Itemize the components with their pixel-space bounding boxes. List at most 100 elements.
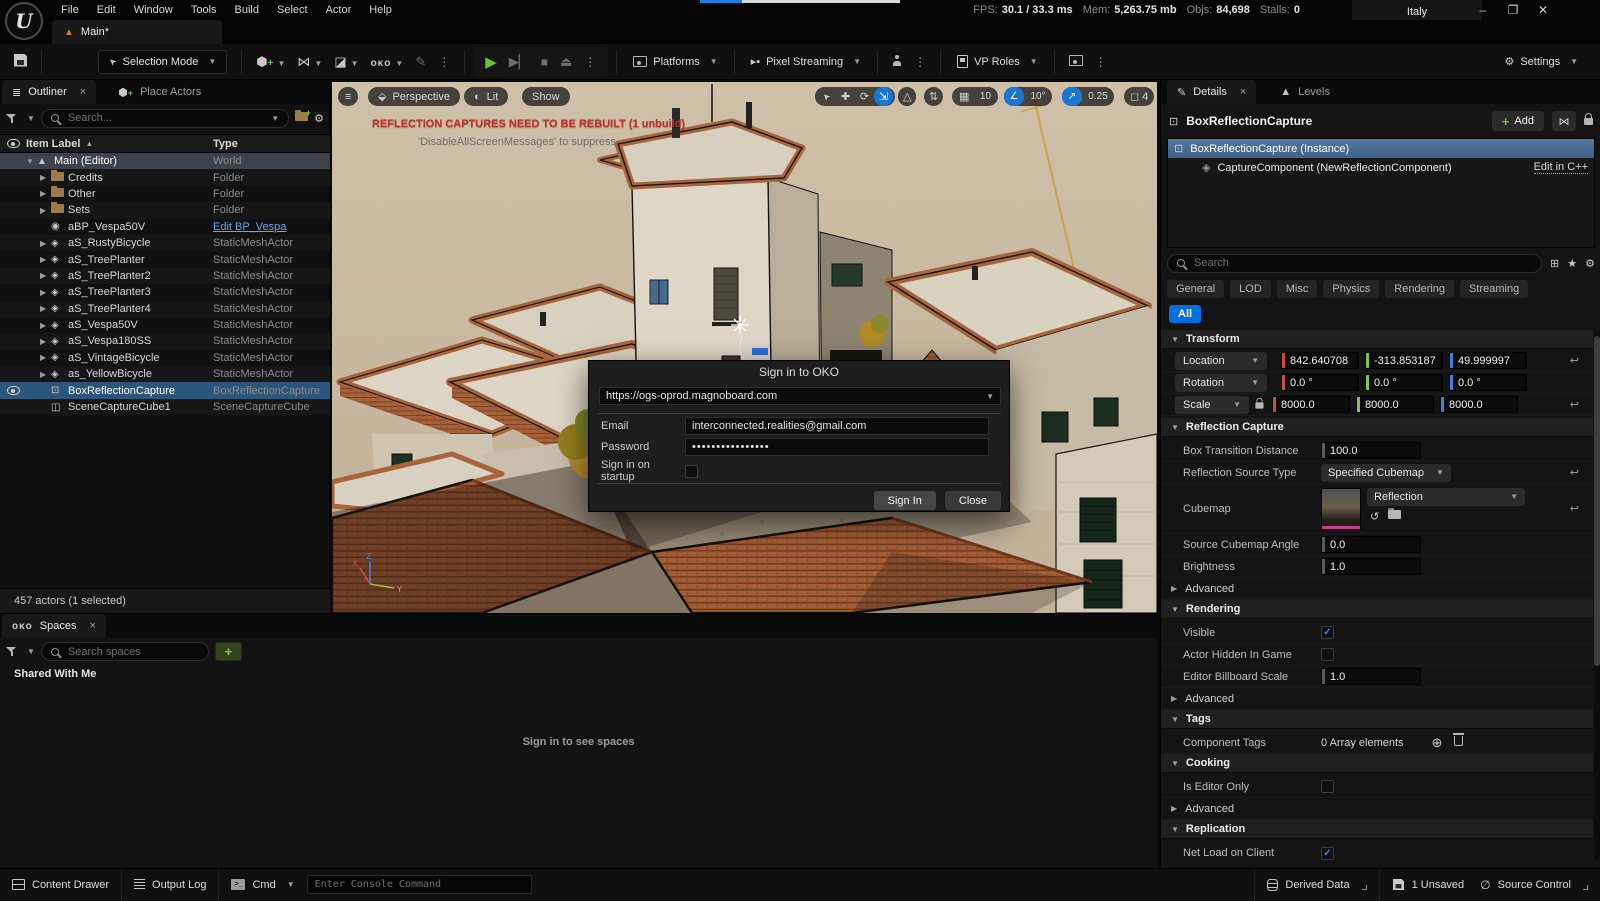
- browse-asset-icon[interactable]: [1388, 510, 1401, 522]
- rotation-z-field[interactable]: 0.0 °: [1449, 374, 1527, 391]
- rotation-snap-value[interactable]: 10°: [1024, 87, 1052, 106]
- view-mode-dropdown[interactable]: ◐ Lit: [464, 87, 508, 106]
- camera-speed-value[interactable]: 4: [1142, 91, 1148, 103]
- source-angle-field[interactable]: 0.0: [1321, 536, 1421, 553]
- expand-arrow-icon[interactable]: ▶: [40, 370, 51, 379]
- editor-only-checkbox[interactable]: [1321, 780, 1334, 793]
- filter-chip-physics[interactable]: Physics: [1323, 280, 1379, 298]
- filter-chip-all[interactable]: All: [1169, 305, 1201, 323]
- minimize-button[interactable]: –: [1468, 0, 1498, 20]
- server-url-dropdown[interactable]: https://ogs-oprod.magnoboard.com ▼: [599, 387, 1001, 405]
- outliner-row-abp-vespa50v[interactable]: ◉aBP_Vespa50VEdit BP_Vespa: [0, 219, 330, 235]
- scale-x-field[interactable]: 8000.0: [1272, 396, 1350, 413]
- section-replication[interactable]: ▼ Replication: [1161, 820, 1593, 839]
- frame-skip-button[interactable]: ▶▏: [503, 54, 535, 70]
- tab-outliner[interactable]: ≣ Outliner ×: [2, 80, 96, 104]
- virtual-camera-button[interactable]: [1063, 54, 1089, 69]
- filter-chip-general[interactable]: General: [1167, 280, 1224, 298]
- net-load-checkbox[interactable]: ✓: [1321, 847, 1334, 860]
- filter-chip-lod[interactable]: LOD: [1230, 280, 1271, 298]
- viewport[interactable]: Z X Y ≡ ⬙ Perspective ◐ Lit Show ➤ ✚ ⟳ ⇲…: [332, 82, 1157, 613]
- menu-file[interactable]: File: [52, 0, 88, 20]
- details-search-input[interactable]: [1167, 254, 1542, 273]
- stop-button[interactable]: ■: [535, 55, 554, 69]
- menu-tools[interactable]: Tools: [182, 0, 226, 20]
- add-space-button[interactable]: +: [215, 642, 242, 661]
- content-drawer-button[interactable]: Content Drawer: [0, 869, 121, 901]
- menu-help[interactable]: Help: [360, 0, 401, 20]
- hidden-in-game-checkbox[interactable]: [1321, 648, 1334, 661]
- edit-blueprint-link[interactable]: Edit BP_Vespa: [213, 221, 286, 233]
- outliner-row-main-editor-[interactable]: ▼▲Main (Editor)World: [0, 153, 330, 169]
- outliner-row-as-vespa180ss[interactable]: ▶◈aS_Vespa180SSStaticMeshActor: [0, 333, 330, 349]
- rotation-y-field[interactable]: 0.0 °: [1365, 374, 1443, 391]
- expand-arrow-icon[interactable]: ▶: [40, 173, 51, 182]
- advanced-expander[interactable]: ▶ Advanced: [1161, 798, 1593, 820]
- sort-arrow-icon[interactable]: ▲: [85, 139, 93, 148]
- maximize-button[interactable]: ❐: [1498, 0, 1528, 20]
- oko-dropdown[interactable]: oκo▼: [365, 54, 410, 69]
- spaces-search-input[interactable]: [41, 642, 209, 661]
- edit-in-cpp-link[interactable]: Edit in C++: [1534, 161, 1588, 174]
- scale-z-field[interactable]: 8000.0: [1440, 396, 1518, 413]
- outliner-row-as-vintagebicycle[interactable]: ▶◈aS_VintageBicycleStaticMeshActor: [0, 350, 330, 366]
- expand-arrow-icon[interactable]: ▶: [40, 337, 51, 346]
- show-flags-dropdown[interactable]: Show: [522, 87, 570, 106]
- visibility-column-eye-icon[interactable]: [7, 139, 20, 148]
- close-dialog-button[interactable]: Close: [945, 491, 1001, 510]
- reset-icon[interactable]: ↩: [1570, 502, 1579, 515]
- outliner-row-as-vespa50v[interactable]: ▶◈aS_Vespa50VStaticMeshActor: [0, 317, 330, 333]
- column-type[interactable]: Type: [213, 138, 238, 150]
- console-command-input[interactable]: [307, 875, 532, 894]
- close-tab-icon[interactable]: ×: [90, 620, 96, 632]
- location-y-field[interactable]: -313.853187: [1365, 352, 1443, 369]
- rotation-dropdown[interactable]: Rotation▼: [1175, 374, 1267, 392]
- outliner-row-other[interactable]: ▶OtherFolder: [0, 186, 330, 202]
- multi-user-options-menu[interactable]: ⋮: [908, 55, 932, 69]
- expand-arrow-icon[interactable]: ▶: [40, 271, 51, 280]
- rotate-tool-icon[interactable]: ⟳: [855, 87, 874, 106]
- scale-snap-control[interactable]: ↗ 0.25: [1062, 87, 1114, 106]
- outliner-row-boxreflectioncapture[interactable]: ⊡BoxReflectionCaptureBoxReflectionCaptur…: [0, 382, 330, 398]
- section-cooking[interactable]: ▼ Cooking: [1161, 754, 1593, 773]
- sign-in-button[interactable]: Sign In: [874, 491, 936, 510]
- expand-arrow-icon[interactable]: ▶: [40, 353, 51, 362]
- settings-dropdown[interactable]: ⚙ Settings ▼: [1496, 49, 1586, 75]
- tab-main-level[interactable]: ▲ Main*: [52, 20, 222, 44]
- grid-snap-value[interactable]: 10: [975, 87, 995, 106]
- lock-icon[interactable]: [1584, 114, 1593, 128]
- play-button[interactable]: ▶: [479, 53, 503, 71]
- expand-arrow-icon[interactable]: ▶: [40, 304, 51, 313]
- visibility-eye-icon[interactable]: [7, 386, 20, 395]
- pixel-streaming-dropdown[interactable]: ▸▪ Pixel Streaming ▼: [743, 49, 869, 75]
- source-control-button[interactable]: ∅ Source Control: [1476, 869, 1600, 901]
- scale-snap-value[interactable]: 0.25: [1082, 87, 1114, 106]
- advanced-expander[interactable]: ▶ Advanced: [1161, 578, 1593, 600]
- scale-tool-icon[interactable]: ⇲: [874, 87, 893, 106]
- section-tags[interactable]: ▼ Tags: [1161, 710, 1593, 729]
- expand-arrow-icon[interactable]: ▶: [40, 189, 51, 198]
- startup-checkbox[interactable]: [685, 465, 698, 478]
- scale-y-field[interactable]: 8000.0: [1356, 396, 1434, 413]
- reset-icon[interactable]: ↩: [1570, 398, 1579, 411]
- tab-place-actors[interactable]: ⬢+ Place Actors: [108, 80, 211, 104]
- expand-arrow-icon[interactable]: ▶: [40, 206, 51, 215]
- grid-snap-control[interactable]: ▦ 10: [952, 87, 998, 106]
- scale-lock-icon[interactable]: [1255, 398, 1264, 412]
- expand-arrow-icon[interactable]: ▼: [26, 157, 37, 166]
- location-dropdown[interactable]: Location▼: [1175, 352, 1267, 370]
- expand-arrow-icon[interactable]: ▶: [40, 239, 51, 248]
- outliner-row-scenecapturecube1[interactable]: ◫SceneCaptureCube1SceneCaptureCube: [0, 399, 330, 415]
- rotation-snap-control[interactable]: ∠ 10°: [1004, 87, 1052, 106]
- outliner-row-credits[interactable]: ▶CreditsFolder: [0, 169, 330, 185]
- favorites-star-icon[interactable]: ★: [1567, 257, 1577, 270]
- blueprint-convert-button[interactable]: ⋈: [1552, 111, 1576, 131]
- expand-arrow-icon[interactable]: ▶: [40, 288, 51, 297]
- perspective-dropdown[interactable]: ⬙ Perspective: [368, 87, 460, 106]
- visible-checkbox[interactable]: ✓: [1321, 626, 1334, 639]
- box-transition-field[interactable]: 100.0: [1321, 442, 1421, 459]
- outliner-settings-gear-icon[interactable]: ⚙: [314, 112, 324, 125]
- outliner-row-as-treeplanter4[interactable]: ▶◈aS_TreePlanter4StaticMeshActor: [0, 301, 330, 317]
- outliner-row-as-treeplanter[interactable]: ▶◈aS_TreePlanterStaticMeshActor: [0, 251, 330, 267]
- play-options-menu[interactable]: ⋮: [578, 55, 602, 69]
